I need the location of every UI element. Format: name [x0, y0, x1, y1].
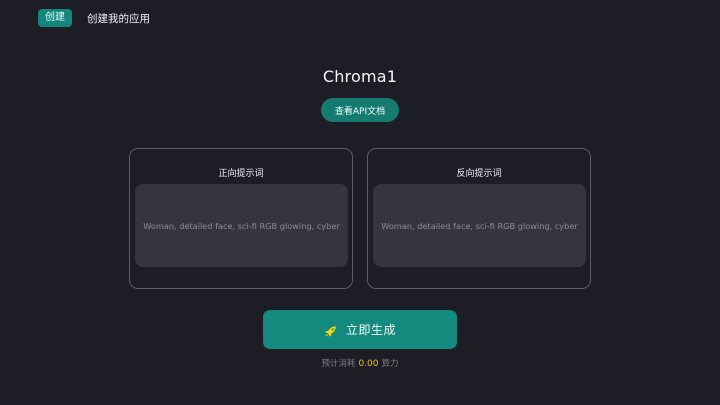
- cost-unit: 算力: [381, 359, 399, 369]
- positive-prompt-placeholder: Woman, detailed face, sci-fi RGB glowing…: [143, 220, 340, 231]
- positive-prompt-card: 正向提示词 Woman, detailed face, sci-fi RGB g…: [129, 148, 353, 289]
- positive-prompt-label: 正向提示词: [218, 169, 264, 179]
- generate-button[interactable]: 立即生成: [263, 310, 457, 349]
- rocket-icon: [324, 323, 337, 337]
- page-heading: 创建我的应用: [87, 12, 150, 25]
- top-bar: 创建 创建我的应用: [38, 9, 150, 27]
- cost-prefix: 预计消耗: [321, 359, 356, 369]
- app-page: 创建 创建我的应用 Chroma1 查看API文档 正向提示词 Woman, d…: [0, 0, 720, 405]
- positive-prompt-input[interactable]: Woman, detailed face, sci-fi RGB glowing…: [135, 184, 348, 267]
- api-docs-button[interactable]: 查看API文档: [321, 98, 399, 122]
- negative-prompt-card: 反向提示词 Woman, detailed face, sci-fi RGB g…: [367, 148, 591, 289]
- generate-label: 立即生成: [345, 323, 396, 337]
- negative-prompt-label: 反向提示词: [456, 169, 502, 179]
- create-tag[interactable]: 创建: [38, 9, 72, 27]
- cost-estimate: 预计消耗 0.00 算力: [0, 357, 720, 369]
- negative-prompt-input[interactable]: Woman, detailed face, sci-fi RGB glowing…: [373, 184, 586, 267]
- app-title: Chroma1: [322, 67, 398, 86]
- cost-amount: 0.00: [358, 359, 379, 369]
- negative-prompt-placeholder: Woman, detailed face, sci-fi RGB glowing…: [381, 220, 578, 231]
